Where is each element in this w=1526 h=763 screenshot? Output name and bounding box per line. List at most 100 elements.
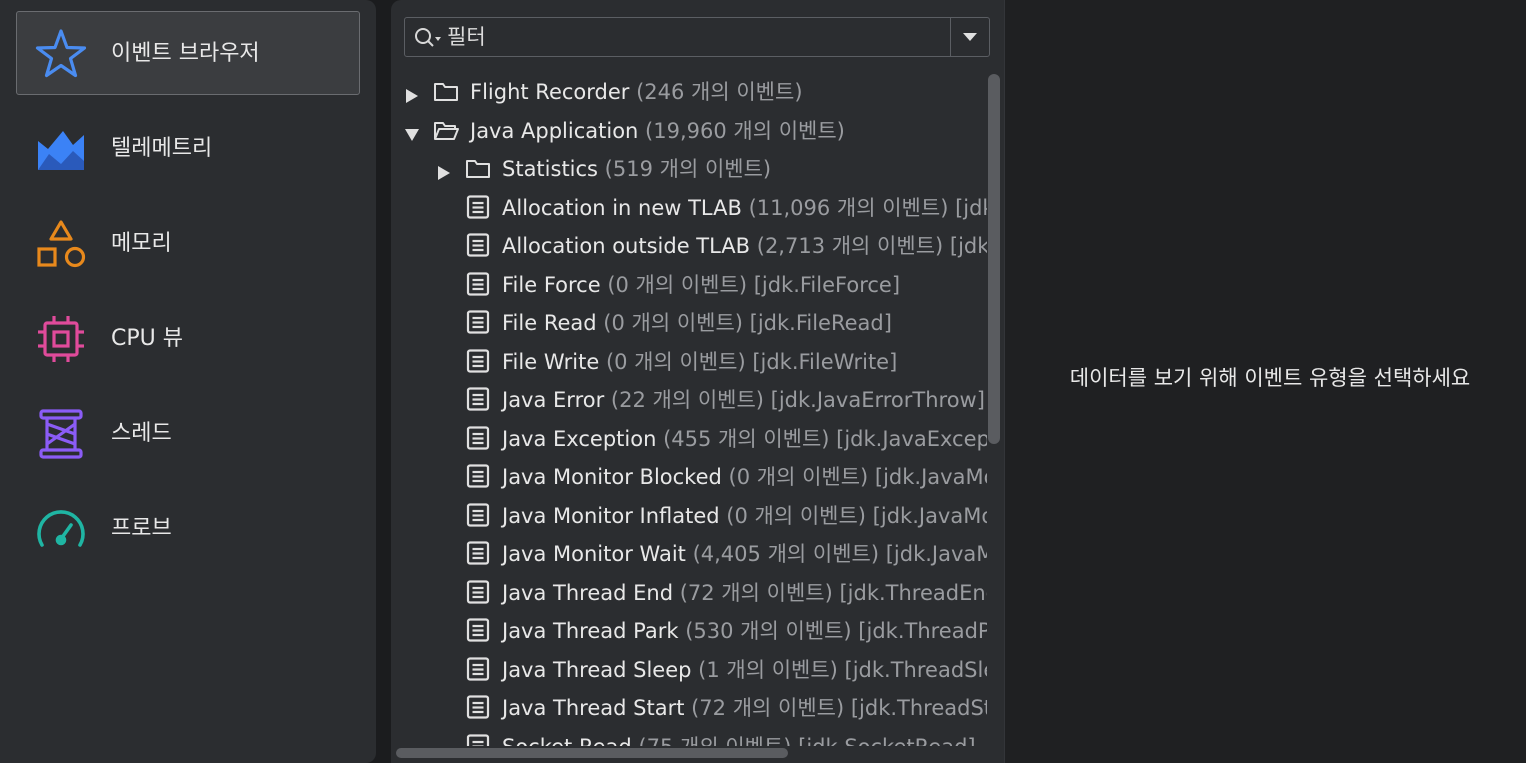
tree-row-text: Java Thread Sleep (1 개의 이벤트) [jdk.Thread… — [502, 650, 987, 690]
event-name: File Force — [502, 272, 601, 297]
tree-row-text: File Write (0 개의 이벤트) [jdk.FileWrite] — [502, 342, 897, 382]
horizontal-scrollbar[interactable] — [396, 748, 788, 758]
event-type-icon — [465, 271, 491, 296]
tree-row-text: Java Exception (455 개의 이벤트) [jdk.JavaExc… — [502, 419, 987, 459]
event-type-id: [jdk.ThreadStart] — [850, 696, 987, 720]
sidebar-item-label: 이벤트 브라우저 — [111, 41, 260, 66]
search-icon[interactable] — [413, 25, 445, 51]
event-count: (2,713 개의 이벤트) — [750, 234, 944, 258]
event-count: (22 개의 이벤트) — [604, 388, 764, 412]
event-count: (530 개의 이벤트) — [678, 619, 852, 643]
folder-open-icon — [433, 118, 459, 142]
empty-state-message: 데이터를 보기 위해 이벤트 유형을 선택하세요 — [1069, 366, 1471, 390]
filter-input[interactable] — [447, 18, 947, 56]
tree-event-row[interactable]: Allocation in new TLAB (11,096 개의 이벤트) [… — [391, 188, 987, 226]
sidebar-item-probes[interactable]: 프로브 — [16, 486, 360, 570]
event-count: (1 개의 이벤트) — [691, 657, 838, 682]
event-count: (11,096 개의 이벤트) — [741, 195, 949, 220]
tree-event-row[interactable]: Java Error (22 개의 이벤트) [jdk.JavaErrorThr… — [391, 380, 987, 418]
event-count: (72 개의 이벤트) — [673, 580, 833, 605]
expand-arrow-right-icon[interactable] — [405, 84, 419, 103]
event-name: Java Monitor Wait — [502, 542, 686, 566]
event-name: Java Thread Start — [502, 696, 685, 720]
cpu-chip-icon — [33, 311, 89, 367]
sidebar-item-event-browser[interactable]: 이벤트 브라우저 — [16, 11, 360, 95]
event-type-id: [jdk.FileForce] — [747, 272, 901, 297]
event-tree-panel: Flight Recorder (246 개의 이벤트)Java Applica… — [391, 0, 1004, 763]
event-tree[interactable]: Flight Recorder (246 개의 이벤트) Java Applica… — [391, 70, 987, 746]
folder-icon — [433, 79, 459, 103]
tree-event-row[interactable]: File Force (0 개의 이벤트) [jdk.FileForce] — [391, 265, 987, 303]
sidebar-item-label: CPU 뷰 — [111, 326, 183, 351]
event-type-id: [jdk.JavaExceptionThrow] — [836, 426, 987, 451]
tree-event-row[interactable]: Java Thread Start (72 개의 이벤트) [jdk.Threa… — [391, 688, 987, 726]
gauge-icon — [33, 501, 89, 557]
tree-event-row[interactable]: Java Exception (455 개의 이벤트) [jdk.JavaExc… — [391, 419, 987, 457]
event-count: (0 개의 이벤트) — [719, 503, 866, 528]
event-name: Statistics — [502, 157, 598, 181]
event-type-id: [jdk.ObjectAllocationOutsideTLAB] — [949, 234, 987, 258]
event-name: Allocation in new TLAB — [502, 195, 742, 220]
event-name: Java Thread Sleep — [502, 657, 692, 682]
event-type-icon — [465, 310, 491, 334]
sidebar-item-memory[interactable]: 메모리 — [16, 201, 360, 285]
tree-row-text: Socket Read (75 개의 이벤트) [jdk.SocketRead] — [502, 727, 976, 747]
filter-dropdown-button[interactable] — [950, 18, 989, 56]
tree-event-row[interactable]: Java Monitor Wait (4,405 개의 이벤트) [jdk.Ja… — [391, 534, 987, 572]
event-name: File Read — [502, 311, 597, 335]
tree-row-text: Java Monitor Wait (4,405 개의 이벤트) [jdk.Ja… — [502, 534, 987, 574]
tree-row-text: Java Thread End (72 개의 이벤트) [jdk.ThreadE… — [502, 573, 987, 613]
expand-arrow-down-icon[interactable] — [405, 123, 419, 141]
tree-folder-row[interactable]: Flight Recorder (246 개의 이벤트) — [391, 72, 987, 110]
vertical-scrollbar[interactable] — [988, 74, 1000, 444]
tree-event-row[interactable]: Java Thread End (72 개의 이벤트) [jdk.ThreadE… — [391, 573, 987, 611]
event-count: (246 개의 이벤트) — [629, 80, 803, 104]
sidebar-item-label: 프로브 — [111, 516, 172, 541]
tree-row-text: Allocation in new TLAB (11,096 개의 이벤트) [… — [502, 188, 987, 228]
sidebar: 이벤트 브라우저 텔레메트리 메모리 CPU 뷰 스레드 프로브 — [0, 0, 376, 763]
event-count: (0 개의 이벤트) — [596, 311, 743, 335]
event-type-id: [jdk.JavaMonitorEnter] — [874, 465, 987, 489]
event-name: File Write — [502, 349, 600, 374]
tree-event-row[interactable]: Socket Read (75 개의 이벤트) [jdk.SocketRead] — [391, 727, 987, 747]
tree-row-text: Java Monitor Blocked (0 개의 이벤트) [jdk.Jav… — [502, 457, 987, 497]
event-count: (0 개의 이벤트) — [600, 272, 748, 297]
event-type-icon — [465, 579, 491, 604]
event-type-id: [jdk.ThreadSleep] — [844, 657, 987, 682]
event-type-icon — [465, 233, 491, 257]
event-type-icon — [465, 348, 491, 373]
event-type-id: [jdk.JavaErrorThrow] — [763, 388, 985, 412]
tree-row-text: File Read (0 개의 이벤트) [jdk.FileRead] — [502, 303, 892, 343]
detail-panel: 데이터를 보기 위해 이벤트 유형을 선택하세요 — [1004, 0, 1526, 763]
tree-event-row[interactable]: Java Thread Park (530 개의 이벤트) [jdk.Threa… — [391, 611, 987, 649]
event-type-id: [jdk.ThreadPark] — [858, 619, 987, 643]
star-icon — [33, 26, 89, 82]
tree-row-text: Allocation outside TLAB (2,713 개의 이벤트) [… — [502, 226, 987, 266]
tree-event-row[interactable]: Allocation outside TLAB (2,713 개의 이벤트) [… — [391, 226, 987, 264]
expand-arrow-right-icon[interactable] — [437, 161, 451, 180]
event-name: Flight Recorder — [470, 80, 630, 104]
tree-event-row[interactable]: Java Thread Sleep (1 개의 이벤트) [jdk.Thread… — [391, 650, 987, 688]
tree-event-row[interactable]: Java Monitor Blocked (0 개의 이벤트) [jdk.Jav… — [391, 457, 987, 495]
tree-event-row[interactable]: File Read (0 개의 이벤트) [jdk.FileRead] — [391, 303, 987, 341]
tree-folder-row[interactable]: Java Application (19,960 개의 이벤트) — [391, 111, 987, 149]
tree-event-row[interactable]: Java Monitor Inflated (0 개의 이벤트) [jdk.Ja… — [391, 496, 987, 534]
sidebar-item-label: 메모리 — [111, 231, 172, 256]
sidebar-item-cpu-view[interactable]: CPU 뷰 — [16, 296, 360, 380]
event-type-icon — [465, 387, 491, 411]
sidebar-item-telemetry[interactable]: 텔레메트리 — [16, 106, 360, 190]
filter-box — [404, 17, 990, 57]
tree-folder-row[interactable]: Statistics (519 개의 이벤트) — [391, 149, 987, 187]
thread-spool-icon — [33, 406, 89, 462]
sidebar-item-threads[interactable]: 스레드 — [16, 391, 360, 475]
event-count: (519 개의 이벤트) — [598, 157, 772, 181]
tree-row-text: Java Application (19,960 개의 이벤트) — [470, 111, 845, 151]
event-type-icon — [465, 733, 491, 746]
tree-row-text: Statistics (519 개의 이벤트) — [502, 149, 771, 189]
event-count: (4,405 개의 이벤트) — [685, 542, 880, 566]
tree-row-text: Java Monitor Inflated (0 개의 이벤트) [jdk.Ja… — [502, 496, 987, 536]
event-count: (75 개의 이벤트) — [632, 735, 791, 747]
telemetry-chart-icon — [33, 121, 89, 177]
tree-event-row[interactable]: File Write (0 개의 이벤트) [jdk.FileWrite] — [391, 342, 987, 380]
event-name: Java Exception — [502, 426, 657, 451]
